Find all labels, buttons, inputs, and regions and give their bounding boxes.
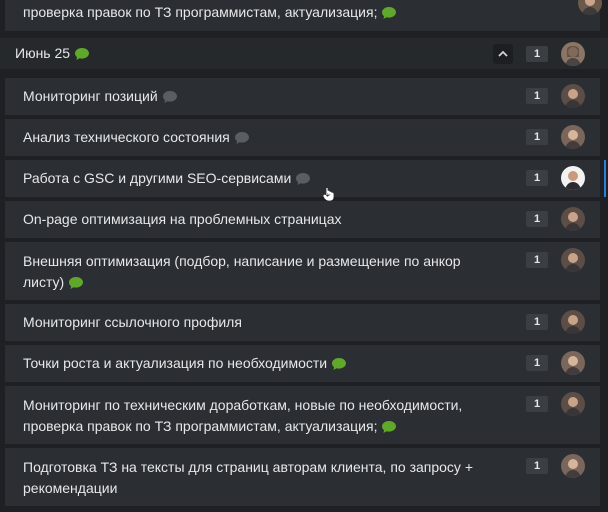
avatar[interactable] — [561, 248, 585, 272]
group-title: Июнь 25 — [15, 40, 498, 67]
avatar[interactable] — [561, 42, 585, 66]
count-badge: 1 — [526, 129, 548, 145]
task-row[interactable]: Подготовка ТЗ на тексты для страниц авто… — [5, 448, 600, 506]
task-title: Внешняя оптимизация (подбор, написание и… — [23, 253, 461, 290]
count-badge: 1 — [526, 211, 548, 227]
chevron-up-icon[interactable] — [493, 44, 513, 64]
avatar[interactable] — [561, 310, 585, 334]
count-badge: 1 — [526, 355, 548, 371]
comment-icon[interactable] — [162, 90, 178, 103]
count-badge: 1 — [526, 458, 548, 474]
comment-icon[interactable] — [381, 420, 397, 433]
group-header[interactable]: Июнь 25 1 — [0, 38, 608, 69]
task-title: Анализ технического состояния — [23, 127, 500, 148]
comment-icon[interactable] — [381, 6, 397, 19]
count-badge: 1 — [526, 314, 548, 330]
task-row[interactable]: Мониторинг по техническим доработкам, но… — [5, 386, 600, 444]
task-title: Работа с GSC и другими SEO-сервисами — [23, 168, 500, 189]
task-title: Мониторинг по техническим доработкам, но… — [23, 397, 463, 434]
avatar[interactable] — [578, 0, 602, 15]
task-row-partial[interactable]: проверка правок по ТЗ программистам, акт… — [5, 0, 602, 31]
comment-icon[interactable] — [331, 357, 347, 370]
task-row[interactable]: Точки роста и актуализация по необходимо… — [5, 345, 600, 382]
count-badge: 1 — [526, 252, 548, 268]
avatar[interactable] — [561, 351, 585, 375]
task-row[interactable]: Внешняя оптимизация (подбор, написание и… — [5, 242, 600, 300]
task-title: Подготовка ТЗ на тексты для страниц авто… — [23, 459, 473, 496]
comment-icon[interactable] — [68, 276, 84, 289]
comment-icon[interactable] — [234, 131, 250, 144]
task-row[interactable]: Анализ технического состояния 1 — [5, 119, 600, 156]
task-row[interactable]: Мониторинг ссылочного профиля 1 — [5, 304, 600, 341]
task-title: On-page оптимизация на проблемных страни… — [23, 211, 342, 227]
count-badge: 1 — [526, 88, 548, 104]
task-title: Точки роста и актуализация по необходимо… — [23, 353, 500, 374]
task-title: Мониторинг ссылочного профиля — [23, 314, 242, 330]
avatar[interactable] — [561, 454, 585, 478]
task-title: проверка правок по ТЗ программистам, акт… — [23, 2, 490, 23]
task-row[interactable]: Работа с GSC и другими SEO-сервисами 1 — [5, 160, 606, 201]
avatar[interactable] — [561, 125, 585, 149]
selection-indicator — [604, 160, 606, 197]
comment-icon[interactable] — [74, 47, 90, 60]
task-row[interactable]: On-page оптимизация на проблемных страни… — [5, 201, 600, 238]
count-badge: 1 — [526, 46, 548, 62]
comment-icon[interactable] — [295, 172, 311, 185]
avatar[interactable] — [561, 84, 585, 108]
avatar[interactable] — [561, 392, 585, 416]
task-title: Мониторинг позиций — [23, 86, 500, 107]
task-row[interactable]: Мониторинг позиций 1 — [5, 78, 600, 115]
avatar[interactable] — [561, 207, 585, 231]
count-badge: 1 — [526, 170, 548, 186]
avatar[interactable] — [561, 166, 585, 190]
count-badge: 1 — [526, 396, 548, 412]
